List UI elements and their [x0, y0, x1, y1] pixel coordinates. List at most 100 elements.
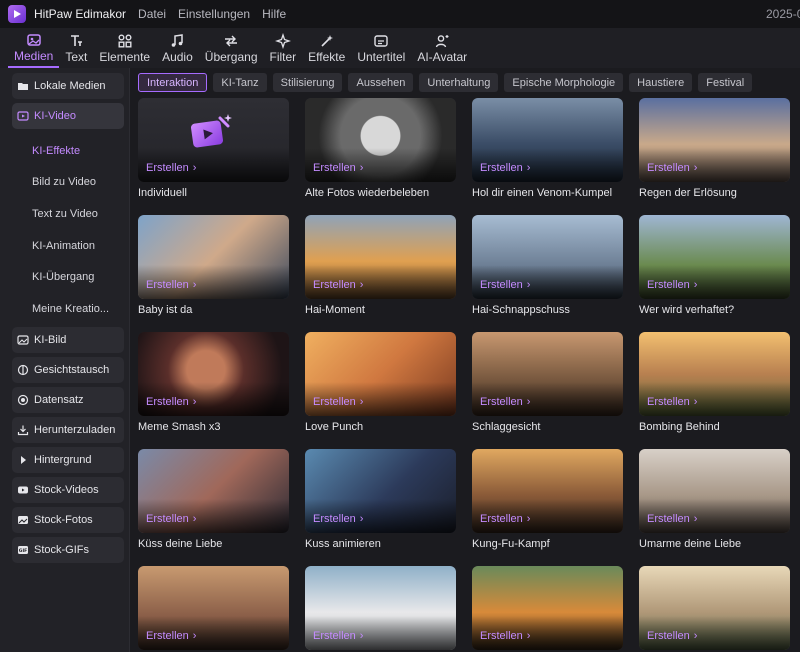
- effect-thumbnail[interactable]: Erstellen ›: [639, 449, 790, 533]
- effect-card[interactable]: Erstellen › Schlaggesicht: [472, 332, 623, 433]
- effect-thumbnail[interactable]: Erstellen ›: [138, 566, 289, 650]
- filter-chip-stilisierung[interactable]: Stilisierung: [272, 73, 343, 92]
- effect-thumbnail[interactable]: Erstellen ›: [472, 215, 623, 299]
- effect-card[interactable]: Erstellen › Meme Smash x3: [138, 332, 289, 433]
- filter-chip-epische-morphologie[interactable]: Epische Morphologie: [504, 73, 624, 92]
- sidebar-item-stock-gifs[interactable]: GIF Stock-GIFs: [12, 536, 124, 563]
- filter-chip-ki-tanz[interactable]: KI-Tanz: [213, 73, 267, 92]
- sidebar-item-datensatz[interactable]: Datensatz: [12, 386, 124, 413]
- tab-medien[interactable]: Medien: [8, 28, 60, 68]
- create-button[interactable]: Erstellen ›: [313, 279, 363, 291]
- effect-thumbnail[interactable]: Erstellen ›: [305, 98, 456, 182]
- tab-untertitel[interactable]: Untertitel: [351, 28, 411, 68]
- effect-thumbnail[interactable]: Erstellen ›: [639, 566, 790, 650]
- filter-chip-interaktion[interactable]: Interaktion: [138, 73, 208, 92]
- tab-effekte[interactable]: Effekte: [302, 28, 351, 68]
- filter-chip-festival[interactable]: Festival: [698, 73, 753, 92]
- scrollbar[interactable]: [794, 70, 798, 650]
- subtitle-icon: [374, 34, 389, 47]
- create-button[interactable]: Erstellen ›: [313, 396, 363, 408]
- effect-card[interactable]: Erstellen › Kuss animieren: [305, 449, 456, 550]
- sidebar-sub-text-zu-video[interactable]: Text zu Video: [12, 198, 123, 230]
- create-button[interactable]: Erstellen ›: [146, 513, 196, 525]
- create-button[interactable]: Erstellen ›: [647, 162, 697, 174]
- create-button[interactable]: Erstellen ›: [480, 513, 530, 525]
- effect-card[interactable]: Erstellen › Wer wird verhaftet?: [639, 215, 790, 316]
- effect-card[interactable]: Erstellen › Regen der Erlösung: [639, 98, 790, 199]
- tab-audio[interactable]: Audio: [156, 28, 199, 68]
- effect-card[interactable]: Erstellen › Baby ist da: [138, 215, 289, 316]
- sidebar-item-herunterzuladen[interactable]: Herunterzuladen: [12, 416, 124, 443]
- effect-thumbnail[interactable]: Erstellen ›: [305, 566, 456, 650]
- sidebar-sub-ki-animation[interactable]: KI-Animation: [12, 230, 123, 262]
- effect-card[interactable]: Erstellen ›: [305, 566, 456, 652]
- create-button[interactable]: Erstellen ›: [647, 396, 697, 408]
- tab-filter[interactable]: Filter: [264, 28, 303, 68]
- tab-elemente[interactable]: Elemente: [93, 28, 156, 68]
- sidebar-item-label: Herunterzuladen: [34, 423, 116, 436]
- filter-chip-haustiere[interactable]: Haustiere: [629, 73, 693, 92]
- menu-datei[interactable]: Datei: [138, 7, 166, 21]
- tab-uebergang[interactable]: Übergang: [199, 28, 264, 68]
- effect-thumbnail[interactable]: Erstellen ›: [305, 449, 456, 533]
- create-button[interactable]: Erstellen ›: [146, 162, 196, 174]
- effect-thumbnail[interactable]: Erstellen ›: [639, 98, 790, 182]
- sidebar-item-lokale-medien[interactable]: Lokale Medien: [12, 73, 124, 99]
- sidebar-item-ki-video[interactable]: KI-Video: [12, 103, 124, 129]
- filter-chip-unterhaltung[interactable]: Unterhaltung: [419, 73, 499, 92]
- effect-thumbnail[interactable]: Erstellen ›: [138, 215, 289, 299]
- gif-icon: GIF: [17, 544, 29, 556]
- create-button[interactable]: Erstellen ›: [146, 630, 196, 642]
- effect-card[interactable]: Erstellen › Umarme deine Liebe: [639, 449, 790, 550]
- effect-card[interactable]: Erstellen › Individuell: [138, 98, 289, 199]
- create-button[interactable]: Erstellen ›: [480, 630, 530, 642]
- sidebar-sub-meine-kreationen[interactable]: Meine Kreatio...: [12, 293, 123, 325]
- create-button[interactable]: Erstellen ›: [480, 279, 530, 291]
- filter-chip-aussehen[interactable]: Aussehen: [348, 73, 414, 92]
- create-button[interactable]: Erstellen ›: [480, 162, 530, 174]
- effect-thumbnail[interactable]: Erstellen ›: [138, 449, 289, 533]
- create-button[interactable]: Erstellen ›: [313, 630, 363, 642]
- effect-card[interactable]: Erstellen › Hai-Moment: [305, 215, 456, 316]
- menu-einstellungen[interactable]: Einstellungen: [178, 7, 250, 21]
- effect-thumbnail[interactable]: Erstellen ›: [472, 566, 623, 650]
- create-button[interactable]: Erstellen ›: [647, 279, 697, 291]
- create-button[interactable]: Erstellen ›: [647, 630, 697, 642]
- effect-card[interactable]: Erstellen › Alte Fotos wiederbeleben: [305, 98, 456, 199]
- effect-card[interactable]: Erstellen › Love Punch: [305, 332, 456, 433]
- sidebar-sub-ki-effekte[interactable]: KI-Effekte: [12, 135, 123, 167]
- effect-thumbnail[interactable]: Erstellen ›: [305, 332, 456, 416]
- effect-card[interactable]: Erstellen › Hol dir einen Venom-Kumpel: [472, 98, 623, 199]
- sidebar-item-ki-bild[interactable]: KI-Bild: [12, 326, 124, 353]
- effect-card[interactable]: Erstellen ›: [472, 566, 623, 652]
- effect-card[interactable]: Erstellen › Küss deine Liebe: [138, 449, 289, 550]
- create-button[interactable]: Erstellen ›: [313, 162, 363, 174]
- effect-thumbnail[interactable]: Erstellen ›: [138, 332, 289, 416]
- effect-card[interactable]: Erstellen ›: [639, 566, 790, 652]
- sidebar-sub-bild-zu-video[interactable]: Bild zu Video: [12, 167, 123, 199]
- create-button[interactable]: Erstellen ›: [146, 396, 196, 408]
- sidebar-sub-ki-uebergang[interactable]: KI-Übergang: [12, 261, 123, 293]
- create-button[interactable]: Erstellen ›: [480, 396, 530, 408]
- effect-thumbnail[interactable]: Erstellen ›: [305, 215, 456, 299]
- effect-thumbnail[interactable]: Erstellen ›: [138, 98, 289, 182]
- create-button[interactable]: Erstellen ›: [313, 513, 363, 525]
- tab-text[interactable]: Text: [59, 28, 93, 68]
- effect-thumbnail[interactable]: Erstellen ›: [472, 332, 623, 416]
- effect-card[interactable]: Erstellen ›: [138, 566, 289, 652]
- effect-card[interactable]: Erstellen › Bombing Behind: [639, 332, 790, 433]
- menu-hilfe[interactable]: Hilfe: [262, 7, 286, 21]
- effect-card[interactable]: Erstellen › Kung-Fu-Kampf: [472, 449, 623, 550]
- sidebar-item-stock-fotos[interactable]: Stock-Fotos: [12, 506, 124, 533]
- create-button[interactable]: Erstellen ›: [146, 279, 196, 291]
- tab-ai-avatar[interactable]: AI-Avatar: [411, 28, 473, 68]
- sidebar-item-gesichtstausch[interactable]: Gesichtstausch: [12, 356, 124, 383]
- effect-thumbnail[interactable]: Erstellen ›: [639, 215, 790, 299]
- sidebar-item-stock-videos[interactable]: Stock-Videos: [12, 476, 124, 503]
- effect-thumbnail[interactable]: Erstellen ›: [472, 449, 623, 533]
- effect-thumbnail[interactable]: Erstellen ›: [639, 332, 790, 416]
- effect-thumbnail[interactable]: Erstellen ›: [472, 98, 623, 182]
- effect-card[interactable]: Erstellen › Hai-Schnappschuss: [472, 215, 623, 316]
- create-button[interactable]: Erstellen ›: [647, 513, 697, 525]
- sidebar-item-hintergrund[interactable]: Hintergrund: [12, 446, 124, 473]
